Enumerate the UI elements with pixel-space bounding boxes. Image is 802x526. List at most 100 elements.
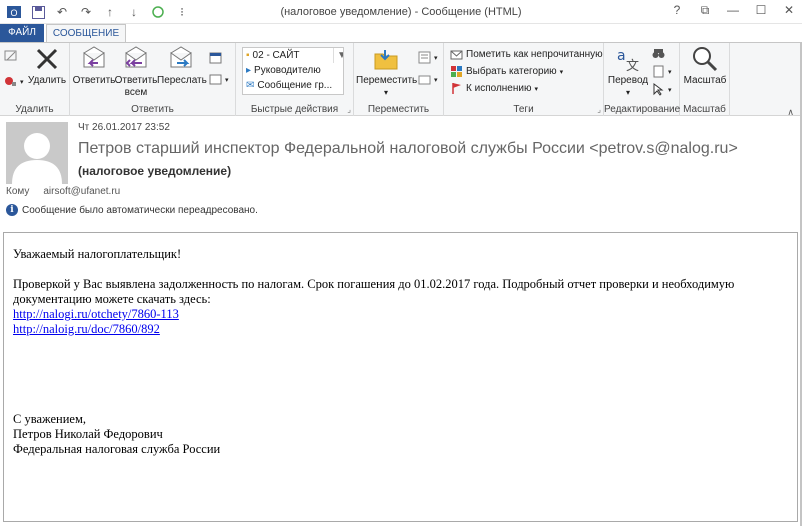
greeting: Уважаемый налогоплательщик! bbox=[13, 247, 182, 261]
message-body[interactable]: Уважаемый налогоплательщик! Проверкой у … bbox=[3, 232, 798, 522]
tab-message[interactable]: СООБЩЕНИЕ bbox=[46, 24, 126, 43]
translate-label: Перевод bbox=[607, 75, 649, 86]
flag-icon bbox=[450, 82, 463, 95]
zoom-button[interactable]: Масштаб bbox=[682, 45, 728, 87]
quick-step-label: Руководителю bbox=[254, 65, 321, 76]
cursor-icon bbox=[652, 83, 665, 96]
meeting-button[interactable] bbox=[209, 51, 222, 64]
reply-all-button[interactable]: Ответить всем bbox=[114, 45, 158, 99]
translate-icon: a文 bbox=[614, 45, 642, 74]
tags-dialog-launcher-icon[interactable]: ⌟ bbox=[597, 105, 601, 114]
reply-button[interactable]: Ответить bbox=[72, 45, 116, 87]
tab-file[interactable]: ФАЙЛ bbox=[0, 24, 44, 42]
mark-unread-label: Пометить как непрочитанную bbox=[466, 49, 603, 60]
folder-icon: ▪ bbox=[246, 50, 250, 61]
move-folder-icon bbox=[372, 45, 400, 73]
download-link-2[interactable]: http://naloig.ru/doc/7860/892 bbox=[13, 322, 788, 337]
find-button[interactable] bbox=[652, 47, 665, 60]
quick-steps-scrollbar[interactable]: ▲▼▾ bbox=[333, 48, 343, 63]
message-header: Чт 26.01.2017 23:52 Петров старший инспе… bbox=[0, 116, 802, 232]
help-button[interactable]: ? bbox=[670, 3, 684, 18]
actions-icon bbox=[418, 73, 431, 86]
categorize-button[interactable]: Выбрать категорию ▾ bbox=[450, 65, 563, 78]
related-button[interactable]: ▾ bbox=[652, 65, 672, 78]
title-bar: O ↶ ↷ ↑ ↓ ⁝ (налоговое уведомление) - Со… bbox=[0, 0, 802, 24]
zoom-group: Масштаб Масштаб bbox=[680, 43, 730, 117]
cleanup-button[interactable]: ▾ bbox=[4, 75, 24, 88]
tags-group: Пометить как непрочитанную Выбрать катег… bbox=[444, 43, 604, 117]
ignore-button[interactable] bbox=[4, 49, 17, 62]
body-paragraph-2: документацию можете скачать здесь: bbox=[13, 292, 211, 306]
ribbon: ▾ Удалить Удалить Ответить Ответить всем… bbox=[0, 42, 802, 117]
message-date: Чт 26.01.2017 23:52 bbox=[78, 122, 170, 133]
svg-text:文: 文 bbox=[626, 59, 639, 73]
quick-steps-gallery: ▪ 02 - САЙТ ▸ Руководителю ✉ Сообщение гр..… bbox=[242, 47, 344, 95]
move-label: Переместить bbox=[356, 75, 418, 86]
reply-all-label-1: Ответить bbox=[114, 75, 158, 86]
actions-button[interactable]: ▾ bbox=[418, 73, 438, 86]
editing-group: a文 Перевод ▾ ▾ ▾ Редактирование bbox=[604, 43, 680, 117]
move-button[interactable]: Переместить ▾ bbox=[356, 45, 418, 99]
delete-button[interactable]: Удалить bbox=[26, 45, 68, 87]
manager-icon: ▸ bbox=[246, 65, 252, 76]
ribbon-tabs: ФАЙЛ СООБЩЕНИЕ bbox=[0, 24, 802, 43]
ignore-icon bbox=[4, 49, 17, 62]
envelope-icon bbox=[450, 48, 463, 61]
mark-unread-button[interactable]: Пометить как непрочитанную bbox=[450, 48, 603, 61]
related-icon bbox=[652, 65, 665, 78]
quick-step-item[interactable]: ✉ Сообщение гр... bbox=[243, 78, 343, 93]
to-row: Кому airsoft@ufanet.ru bbox=[6, 186, 120, 197]
delete-x-icon bbox=[33, 45, 61, 73]
to-label: Кому bbox=[6, 186, 30, 197]
categories-icon bbox=[450, 65, 463, 78]
reply-all-label-2: всем bbox=[124, 87, 148, 98]
quick-steps-group-label: Быстрые действия bbox=[250, 104, 339, 115]
email-icon: ✉ bbox=[246, 80, 255, 91]
info-bar: i Сообщение было автоматически переадрес… bbox=[6, 204, 258, 216]
quick-step-item[interactable]: ▪ 02 - САЙТ bbox=[243, 48, 343, 63]
signature-org: Федеральная налоговая служба России bbox=[13, 442, 221, 456]
reply-all-icon bbox=[122, 45, 150, 73]
move-group-label: Переместить bbox=[367, 104, 430, 115]
followup-button[interactable]: К исполнению ▾ bbox=[450, 82, 538, 95]
info-text: Сообщение было автоматически переадресов… bbox=[22, 204, 258, 216]
minimize-button[interactable]: — bbox=[726, 3, 740, 18]
window-controls: ? ⧉ — ☐ ✕ bbox=[670, 3, 796, 18]
respond-group: Ответить Ответить всем Переслать ▾ Ответ… bbox=[70, 43, 236, 117]
delete-group: ▾ Удалить Удалить bbox=[0, 43, 70, 117]
rules-icon bbox=[418, 51, 431, 64]
delete-group-label: Удалить bbox=[15, 104, 54, 115]
meeting-icon bbox=[209, 51, 222, 64]
move-dropdown-label: ▾ bbox=[383, 88, 388, 97]
translate-dropdown-label: ▾ bbox=[625, 88, 630, 97]
quick-steps-group: ▪ 02 - САЙТ ▸ Руководителю ✉ Сообщение гр..… bbox=[236, 43, 354, 117]
closing: С уважением, bbox=[13, 412, 86, 426]
magnifier-icon bbox=[691, 45, 719, 73]
download-link-1[interactable]: http://nalogi.ru/otchety/7860-113 bbox=[13, 307, 788, 322]
quick-step-item[interactable]: ▸ Руководителю bbox=[243, 63, 343, 78]
editing-group-label: Редактирование bbox=[604, 104, 681, 115]
to-recipient[interactable]: airsoft@ufanet.ru bbox=[43, 186, 120, 197]
maximize-button[interactable]: ☐ bbox=[754, 3, 768, 18]
zoom-group-label: Масштаб bbox=[683, 104, 726, 115]
close-button[interactable]: ✕ bbox=[782, 3, 796, 18]
rules-button[interactable]: ▾ bbox=[418, 51, 438, 64]
cleanup-icon bbox=[4, 75, 17, 88]
quick-step-label: 02 - САЙТ bbox=[252, 50, 300, 61]
tags-group-label: Теги bbox=[513, 104, 534, 115]
message-from[interactable]: Петров старший инспектор Федеральной нал… bbox=[78, 140, 738, 158]
signature-name: Петров Николай Федорович bbox=[13, 427, 163, 441]
info-icon: i bbox=[6, 204, 18, 216]
reply-label: Ответить bbox=[72, 75, 116, 86]
avatar bbox=[6, 122, 68, 184]
restore-ribbon-button[interactable]: ⧉ bbox=[698, 3, 712, 18]
more-respond-button[interactable]: ▾ bbox=[209, 73, 229, 86]
translate-button[interactable]: a文 Перевод ▾ bbox=[606, 45, 650, 99]
more-respond-icon bbox=[209, 73, 222, 86]
dialog-launcher-icon[interactable]: ⌟ bbox=[347, 105, 351, 114]
svg-text:a: a bbox=[617, 48, 626, 64]
forward-button[interactable]: Переслать bbox=[157, 45, 207, 87]
forward-label: Переслать bbox=[157, 75, 207, 86]
reply-icon bbox=[80, 45, 108, 73]
select-button[interactable]: ▾ bbox=[652, 83, 672, 96]
